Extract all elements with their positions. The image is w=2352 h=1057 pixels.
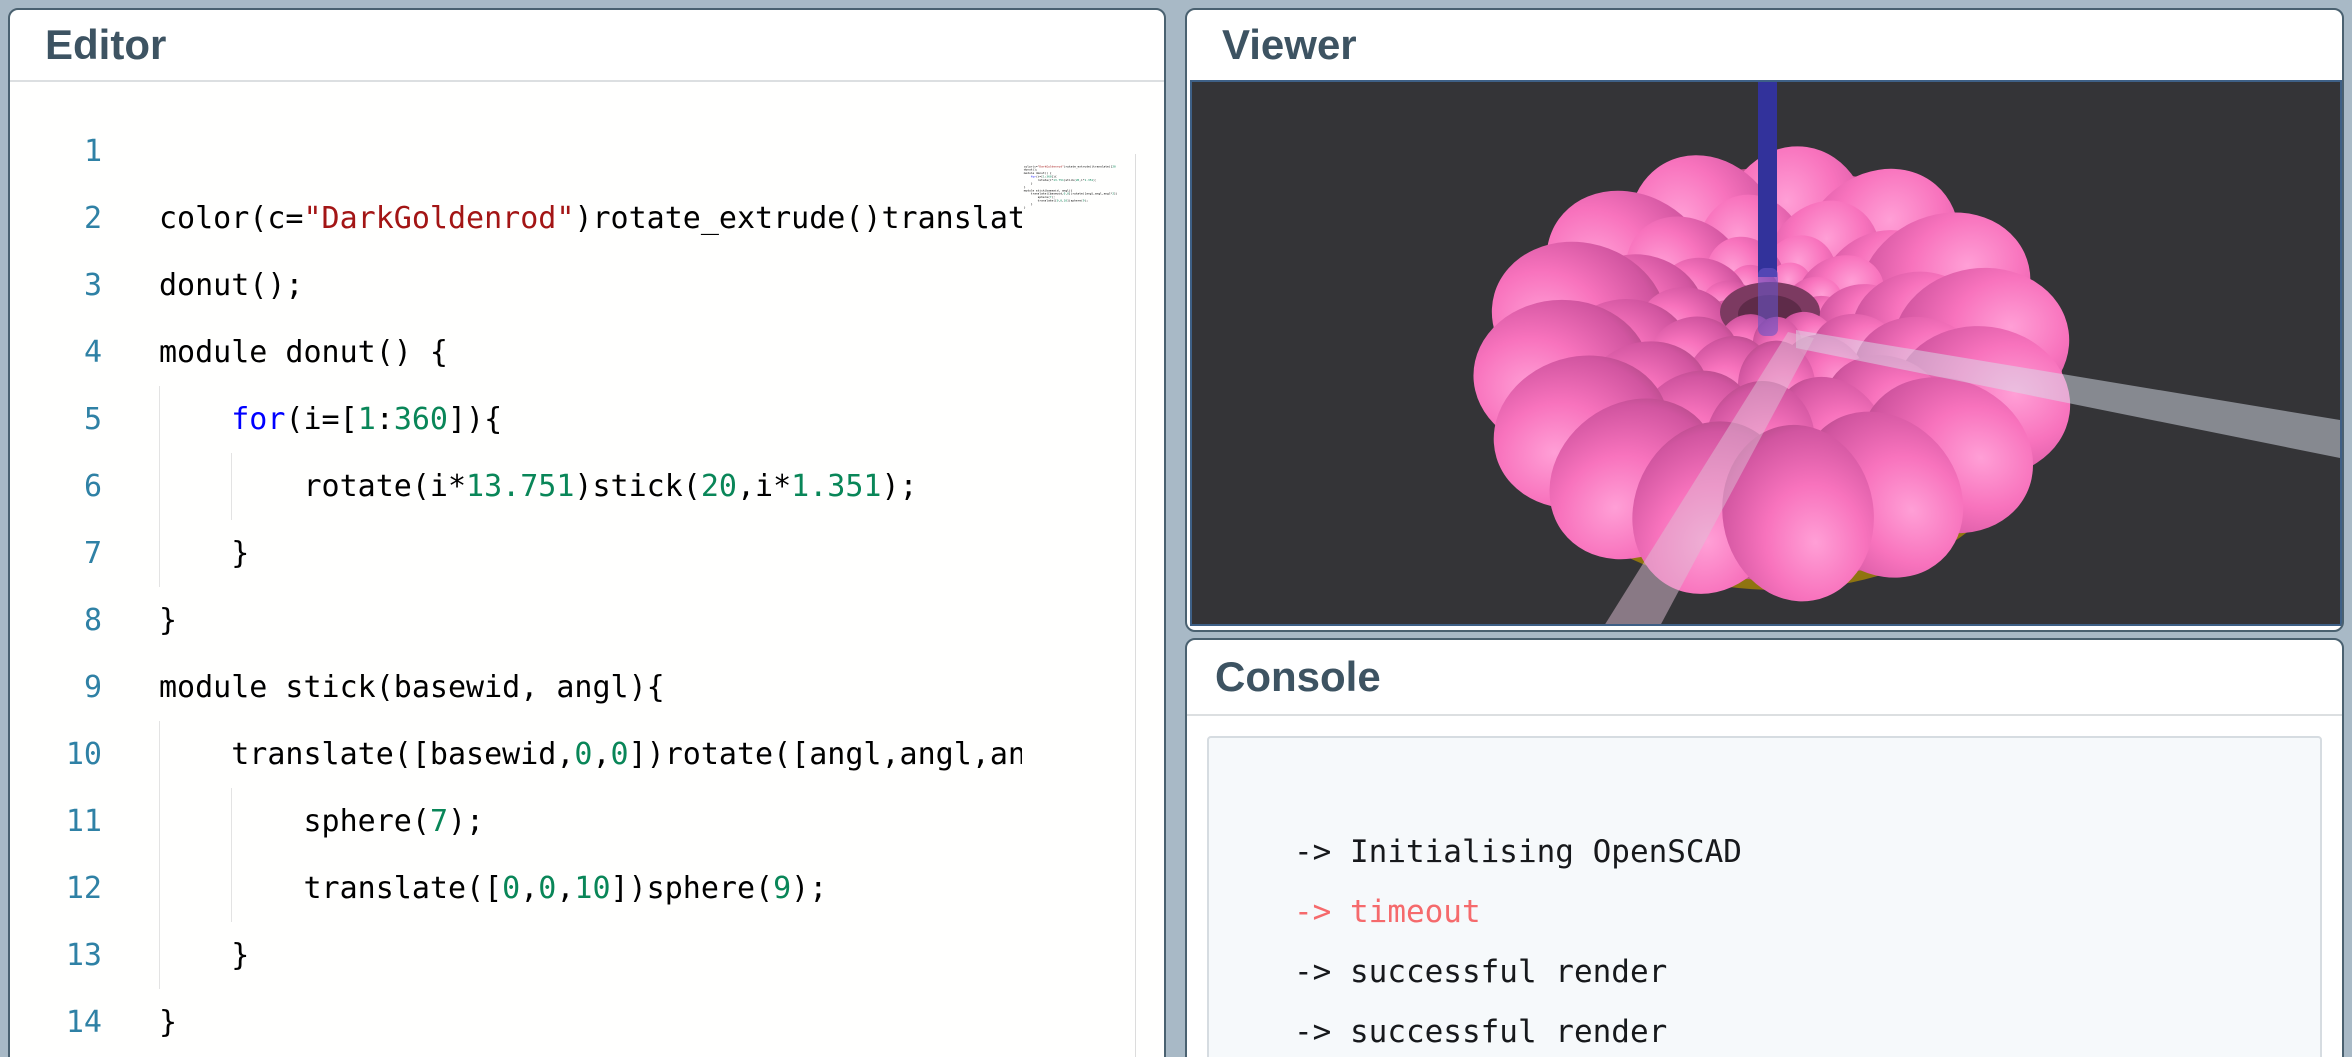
minimap-content: color(c="DarkGoldenrod")rotate_extrude()…: [1022, 154, 1135, 209]
code-line[interactable]: 12 translate([0,0,10])sphere(9);: [10, 855, 1164, 922]
line-number: 3: [10, 252, 102, 319]
line-number: 8: [10, 587, 102, 654]
code-line[interactable]: 9 module stick(basewid, angl){: [10, 654, 1164, 721]
z-axis-rod-through-hole: [1758, 268, 1778, 336]
console-message: -> timeout: [1294, 882, 2320, 942]
code-line[interactable]: 1: [10, 118, 1164, 185]
code-line[interactable]: 7 }: [10, 520, 1164, 587]
console-panel-title: Console: [1187, 640, 2342, 716]
line-number: 5: [10, 386, 102, 453]
console-message: -> successful render: [1294, 942, 2320, 1002]
line-number: 13: [10, 922, 102, 989]
line-content: translate([basewid,0,0])rotate([angl,ang…: [159, 721, 1022, 788]
line-content: module donut() {: [159, 319, 1022, 386]
line-content: sphere(7);: [159, 788, 1022, 855]
line-content: }: [159, 989, 1022, 1056]
line-content: translate([0,0,10])sphere(9);: [159, 855, 1022, 922]
line-number: 2: [10, 185, 102, 252]
line-number: 6: [10, 453, 102, 520]
line-number: 7: [10, 520, 102, 587]
viewer-panel: Viewer: [1185, 8, 2344, 632]
code-line[interactable]: 10 translate([basewid,0,0])rotate([angl,…: [10, 721, 1164, 788]
line-content: color(c="DarkGoldenrod")rotate_extrude()…: [159, 185, 1022, 252]
viewer-panel-title: Viewer: [1187, 10, 2342, 80]
line-content: [159, 118, 1022, 185]
openscad-web-ide: Editor 12 color(c="DarkGoldenrod")rotate_…: [0, 0, 2352, 1057]
code-line[interactable]: 8}: [10, 587, 1164, 654]
line-number: 4: [10, 319, 102, 386]
line-number: 1: [10, 118, 102, 185]
minimap-line: }: [1024, 206, 1136, 209]
code-line[interactable]: 6 rotate(i*13.751)stick(20,i*1.351);: [10, 453, 1164, 520]
code-line[interactable]: 2 color(c="DarkGoldenrod")rotate_extrude(…: [10, 185, 1164, 252]
console-panel: Console -> Initialising OpenSCAD-> timeo…: [1185, 638, 2344, 1057]
editor-panel: Editor 12 color(c="DarkGoldenrod")rotate_…: [8, 8, 1166, 1057]
line-content: module stick(basewid, angl){: [159, 654, 1022, 721]
line-content: donut();: [159, 252, 1022, 319]
code-line[interactable]: 3 donut();: [10, 252, 1164, 319]
code-line[interactable]: 13 }: [10, 922, 1164, 989]
console-message: -> Initialising OpenSCAD: [1294, 822, 2320, 882]
line-number: 14: [10, 989, 102, 1056]
editor-minimap[interactable]: color(c="DarkGoldenrod")rotate_extrude()…: [1022, 154, 1136, 1057]
line-content: for(i=[1:360]){: [159, 386, 1022, 453]
line-content: }: [159, 922, 1022, 989]
line-content: }: [159, 587, 1022, 654]
code-editor[interactable]: 12 color(c="DarkGoldenrod")rotate_extrude…: [10, 82, 1164, 1057]
line-content: rotate(i*13.751)stick(20,i*1.351);: [159, 453, 1022, 520]
z-axis-rod: [1758, 82, 1777, 277]
viewer-3d-scene: [1192, 82, 2340, 624]
code-line[interactable]: 14}: [10, 989, 1164, 1056]
line-number: 12: [10, 855, 102, 922]
code-line[interactable]: 4 module donut() {: [10, 319, 1164, 386]
line-number: 9: [10, 654, 102, 721]
code-line[interactable]: 11 sphere(7);: [10, 788, 1164, 855]
code-lines[interactable]: 12 color(c="DarkGoldenrod")rotate_extrude…: [10, 118, 1164, 1056]
viewer-3d-viewport[interactable]: [1190, 80, 2342, 626]
line-content: }: [159, 520, 1022, 587]
line-number: 10: [10, 721, 102, 788]
code-line[interactable]: 5 for(i=[1:360]){: [10, 386, 1164, 453]
editor-panel-title: Editor: [10, 10, 1164, 82]
console-output[interactable]: -> Initialising OpenSCAD-> timeout-> suc…: [1207, 736, 2322, 1057]
line-number: 11: [10, 788, 102, 855]
console-message: -> successful render: [1294, 1002, 2320, 1057]
